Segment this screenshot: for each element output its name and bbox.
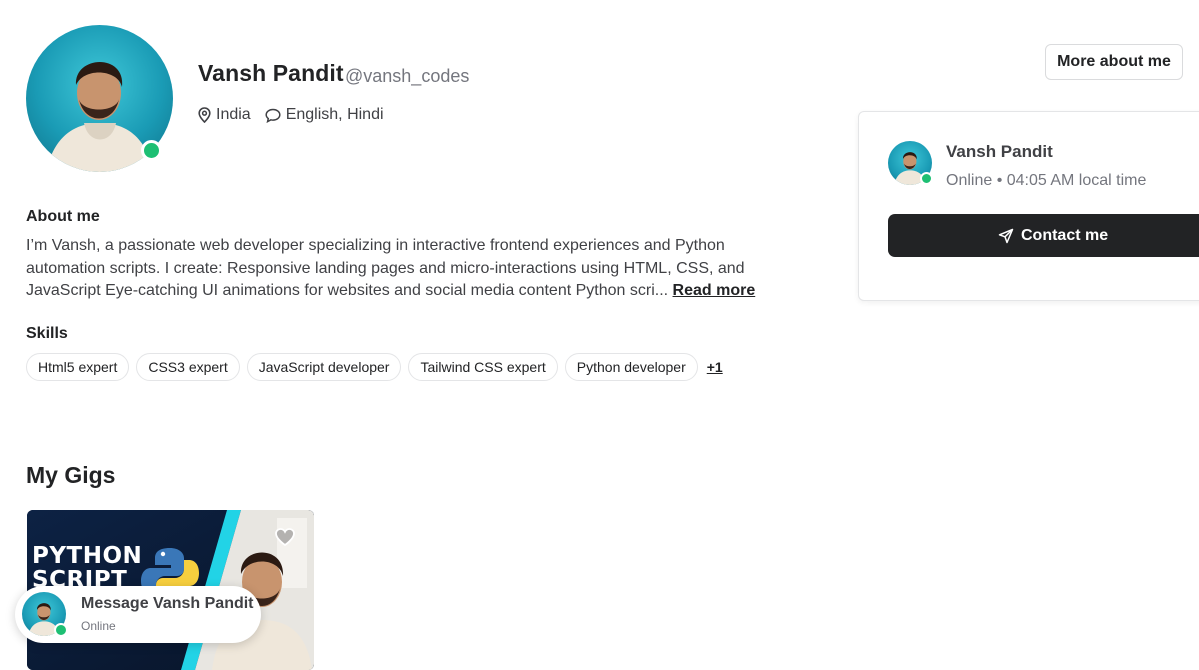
message-status: Online <box>81 619 116 633</box>
contact-me-button[interactable]: Contact me <box>888 214 1199 257</box>
more-skills-link[interactable]: +1 <box>707 359 723 375</box>
profile-handle: @vansh_codes <box>345 66 470 86</box>
gigs-title: My Gigs <box>26 462 116 488</box>
contact-name: Vansh Pandit <box>946 142 1053 161</box>
online-status-dot <box>920 172 933 185</box>
heart-icon <box>275 528 295 547</box>
online-status-dot <box>141 140 162 161</box>
languages: English, Hindi <box>265 106 384 124</box>
about-title: About me <box>26 208 100 225</box>
favorite-button[interactable] <box>274 527 296 552</box>
location: India <box>198 106 251 124</box>
more-about-me-button[interactable]: More about me <box>1045 44 1183 80</box>
skill-chip[interactable]: JavaScript developer <box>246 353 402 381</box>
message-title: Message Vansh Pandit <box>81 595 254 612</box>
location-text: India <box>216 106 251 123</box>
read-more-link[interactable]: Read more <box>673 282 756 299</box>
send-icon <box>998 228 1014 243</box>
contact-button-label: Contact me <box>1021 226 1109 244</box>
speech-bubble-icon <box>265 108 281 123</box>
profile-name: Vansh Pandit <box>198 60 344 86</box>
gig-image-title-line1: PYTHON <box>32 543 143 569</box>
skills-title: Skills <box>26 325 68 342</box>
profile-meta: India English, Hindi <box>198 106 398 124</box>
about-body: I’m Vansh, a passionate web developer sp… <box>26 237 745 299</box>
skills-list: Html5 expert CSS3 expert JavaScript deve… <box>26 353 723 381</box>
contact-card <box>858 111 1199 301</box>
skill-chip[interactable]: CSS3 expert <box>136 353 240 381</box>
location-pin-icon <box>198 107 211 123</box>
contact-status: Online • 04:05 AM local time <box>946 172 1147 189</box>
skill-chip[interactable]: Python developer <box>564 353 698 381</box>
languages-text: English, Hindi <box>285 106 384 123</box>
online-status-dot <box>54 623 68 637</box>
skill-chip[interactable]: Html5 expert <box>26 353 130 381</box>
skill-chip[interactable]: Tailwind CSS expert <box>408 353 558 381</box>
about-text: I’m Vansh, a passionate web developer sp… <box>26 235 756 303</box>
